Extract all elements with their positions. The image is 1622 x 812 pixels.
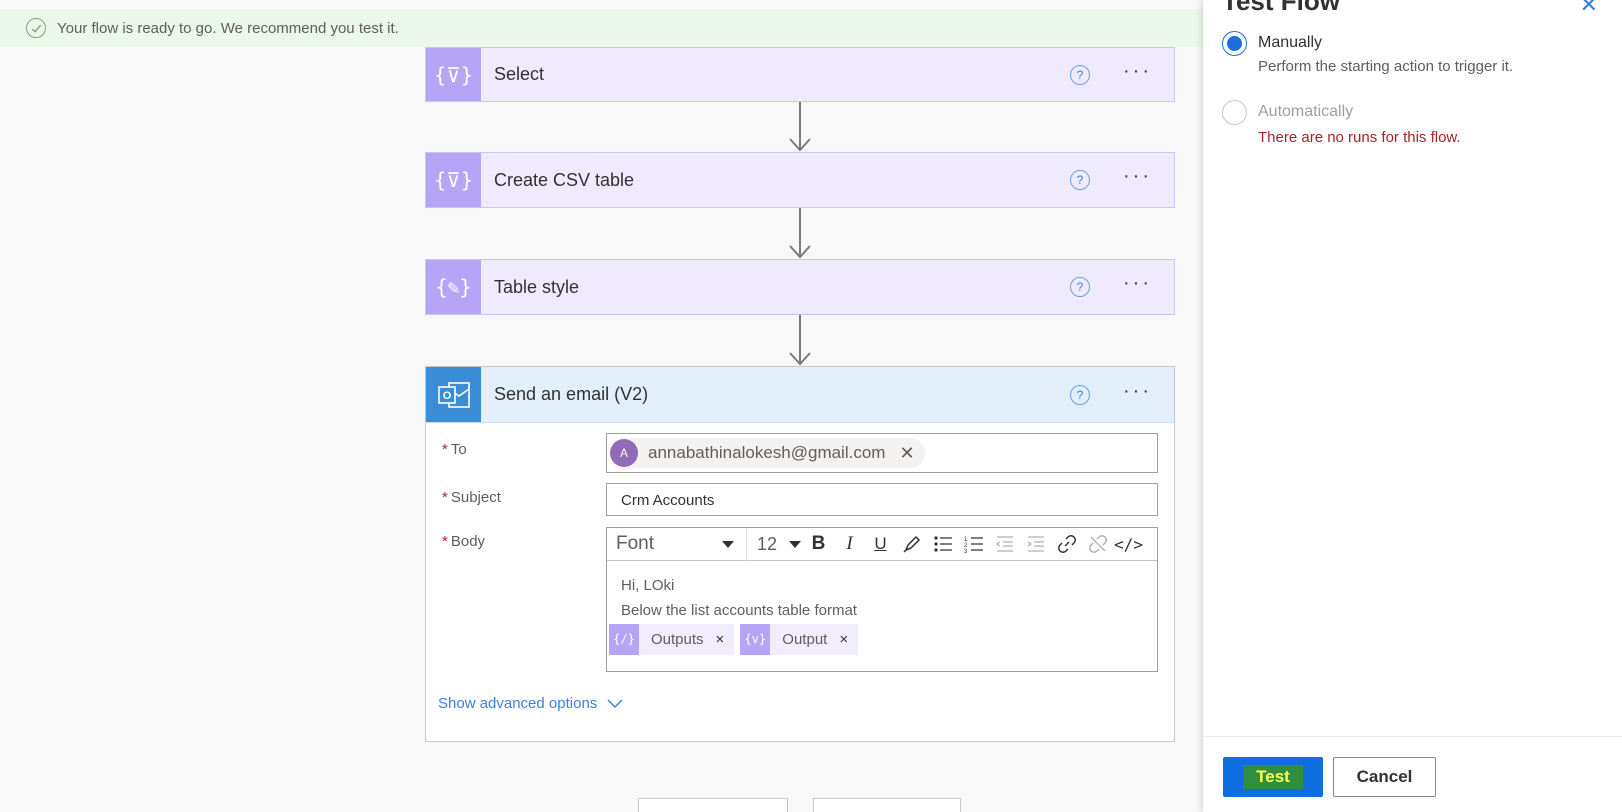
braces-filter-icon: {v} bbox=[740, 624, 771, 655]
banner-message: Your flow is ready to go. We recommend y… bbox=[57, 19, 399, 37]
decrease-indent-icon[interactable] bbox=[989, 535, 1020, 553]
more-options-icon[interactable]: ··· bbox=[1123, 273, 1152, 295]
remove-token-icon[interactable]: × bbox=[716, 627, 725, 652]
more-options-icon[interactable]: ··· bbox=[1123, 166, 1152, 188]
check-circle-icon bbox=[26, 18, 46, 38]
success-banner: Your flow is ready to go. We recommend y… bbox=[0, 9, 1210, 47]
test-button[interactable]: Test bbox=[1223, 757, 1323, 797]
connector-arrow bbox=[789, 315, 811, 366]
chevron-down-icon bbox=[607, 698, 623, 708]
svg-text:O: O bbox=[442, 390, 451, 402]
help-icon[interactable]: ? bbox=[1070, 384, 1091, 405]
option-automatically[interactable]: Automatically There are no runs for this… bbox=[1222, 100, 1461, 146]
avatar: A bbox=[610, 439, 638, 467]
remove-recipient-icon[interactable]: ✕ bbox=[899, 443, 914, 464]
option-label: Automatically bbox=[1258, 103, 1354, 120]
token-outputs[interactable]: {∕} Outputs × bbox=[609, 624, 735, 655]
recipient-chip: A annabathinalokesh@gmail.com ✕ bbox=[610, 438, 925, 468]
body-label: * Body bbox=[442, 533, 486, 550]
radio-automatically[interactable] bbox=[1222, 100, 1247, 125]
cancel-button[interactable]: Cancel bbox=[1333, 757, 1436, 797]
braces-filter-icon: {⊽} bbox=[426, 48, 481, 101]
step-title: Create CSV table bbox=[494, 169, 635, 190]
flow-canvas: Your flow is ready to go. We recommend y… bbox=[0, 0, 1210, 812]
to-field[interactable]: A annabathinalokesh@gmail.com ✕ bbox=[606, 433, 1158, 473]
increase-indent-icon[interactable] bbox=[1020, 535, 1051, 553]
chevron-down-icon bbox=[789, 540, 801, 548]
braces-filter-icon: {⊽} bbox=[426, 153, 481, 207]
help-icon[interactable]: ? bbox=[1070, 277, 1091, 297]
editor-toolbar: Font 12 B I U 123 </> bbox=[607, 527, 1157, 561]
test-flow-panel: Test Flow ✕ Manually Perform the startin… bbox=[1203, 0, 1622, 812]
footer-divider bbox=[1203, 736, 1622, 737]
italic-icon[interactable]: I bbox=[834, 533, 865, 555]
option-manually[interactable]: Manually Perform the starting action to … bbox=[1222, 31, 1513, 75]
help-icon[interactable]: ? bbox=[1070, 170, 1091, 190]
dynamic-content-tokens: {∕} Outputs × {v} Output × bbox=[609, 624, 1143, 655]
step-title: Select bbox=[494, 64, 545, 84]
recipient-email: annabathinalokesh@gmail.com bbox=[648, 443, 886, 462]
braces-pencil-icon: {✎} bbox=[426, 260, 481, 314]
connector-arrow bbox=[789, 208, 811, 259]
radio-manually[interactable] bbox=[1222, 31, 1247, 56]
braces-pencil-icon: {∕} bbox=[609, 624, 639, 655]
svg-text:3: 3 bbox=[964, 549, 968, 553]
step-card-create-csv-table[interactable]: {⊽} Create CSV table ? ··· bbox=[425, 152, 1175, 208]
bold-icon[interactable]: B bbox=[803, 533, 834, 555]
subject-label: * Subject bbox=[442, 489, 501, 506]
code-view-icon[interactable]: </> bbox=[1113, 535, 1144, 554]
connector-arrow bbox=[789, 102, 811, 152]
show-advanced-options-link[interactable]: Show advanced options bbox=[438, 695, 623, 712]
step-title: Table style bbox=[494, 276, 580, 297]
to-label: * To bbox=[442, 441, 467, 458]
font-size-dropdown[interactable]: 12 bbox=[757, 534, 803, 555]
step-card-select[interactable]: {⊽} Select ? ··· bbox=[425, 47, 1175, 102]
subject-input[interactable]: Crm Accounts bbox=[606, 483, 1158, 516]
token-output[interactable]: {v} Output × bbox=[740, 624, 859, 655]
underline-icon[interactable]: U bbox=[865, 534, 896, 554]
font-dropdown[interactable]: Font bbox=[616, 533, 742, 555]
more-options-icon[interactable]: ··· bbox=[1123, 61, 1152, 83]
body-line: Hi, LOki bbox=[621, 577, 675, 594]
option-description: Perform the starting action to trigger i… bbox=[1258, 58, 1514, 75]
link-icon[interactable] bbox=[1051, 534, 1082, 554]
step-card-table-style[interactable]: {✎} Table style ? ··· bbox=[425, 259, 1175, 315]
bottom-action-button[interactable] bbox=[813, 798, 961, 812]
highlighter-icon[interactable] bbox=[896, 535, 927, 553]
body-line: Below the list accounts table format bbox=[621, 602, 857, 619]
option-label: Manually bbox=[1258, 34, 1323, 51]
body-text[interactable]: Hi, LOki Below the list accounts table f… bbox=[607, 561, 1157, 667]
step-title: Send an email (V2) bbox=[494, 384, 649, 404]
close-icon[interactable]: ✕ bbox=[1580, 0, 1598, 18]
unlink-icon[interactable] bbox=[1082, 534, 1113, 554]
email-step-header[interactable]: O Send an email (V2) ? ··· bbox=[426, 367, 1174, 423]
numbered-list-icon[interactable]: 123 bbox=[958, 535, 989, 553]
body-editor[interactable]: Font 12 B I U 123 </> Hi, LOki Below the… bbox=[606, 527, 1158, 672]
help-icon[interactable]: ? bbox=[1070, 64, 1091, 85]
outlook-icon: O bbox=[426, 367, 481, 422]
error-message: There are no runs for this flow. bbox=[1258, 129, 1461, 146]
chevron-down-icon bbox=[722, 540, 734, 548]
bullet-list-icon[interactable] bbox=[927, 535, 958, 553]
more-options-icon[interactable]: ··· bbox=[1123, 381, 1152, 403]
bottom-action-button[interactable] bbox=[638, 798, 788, 812]
remove-token-icon[interactable]: × bbox=[839, 627, 848, 652]
panel-title: Test Flow bbox=[1222, 0, 1340, 16]
step-card-send-email: O Send an email (V2) ? ··· * To A annabat… bbox=[425, 366, 1175, 742]
